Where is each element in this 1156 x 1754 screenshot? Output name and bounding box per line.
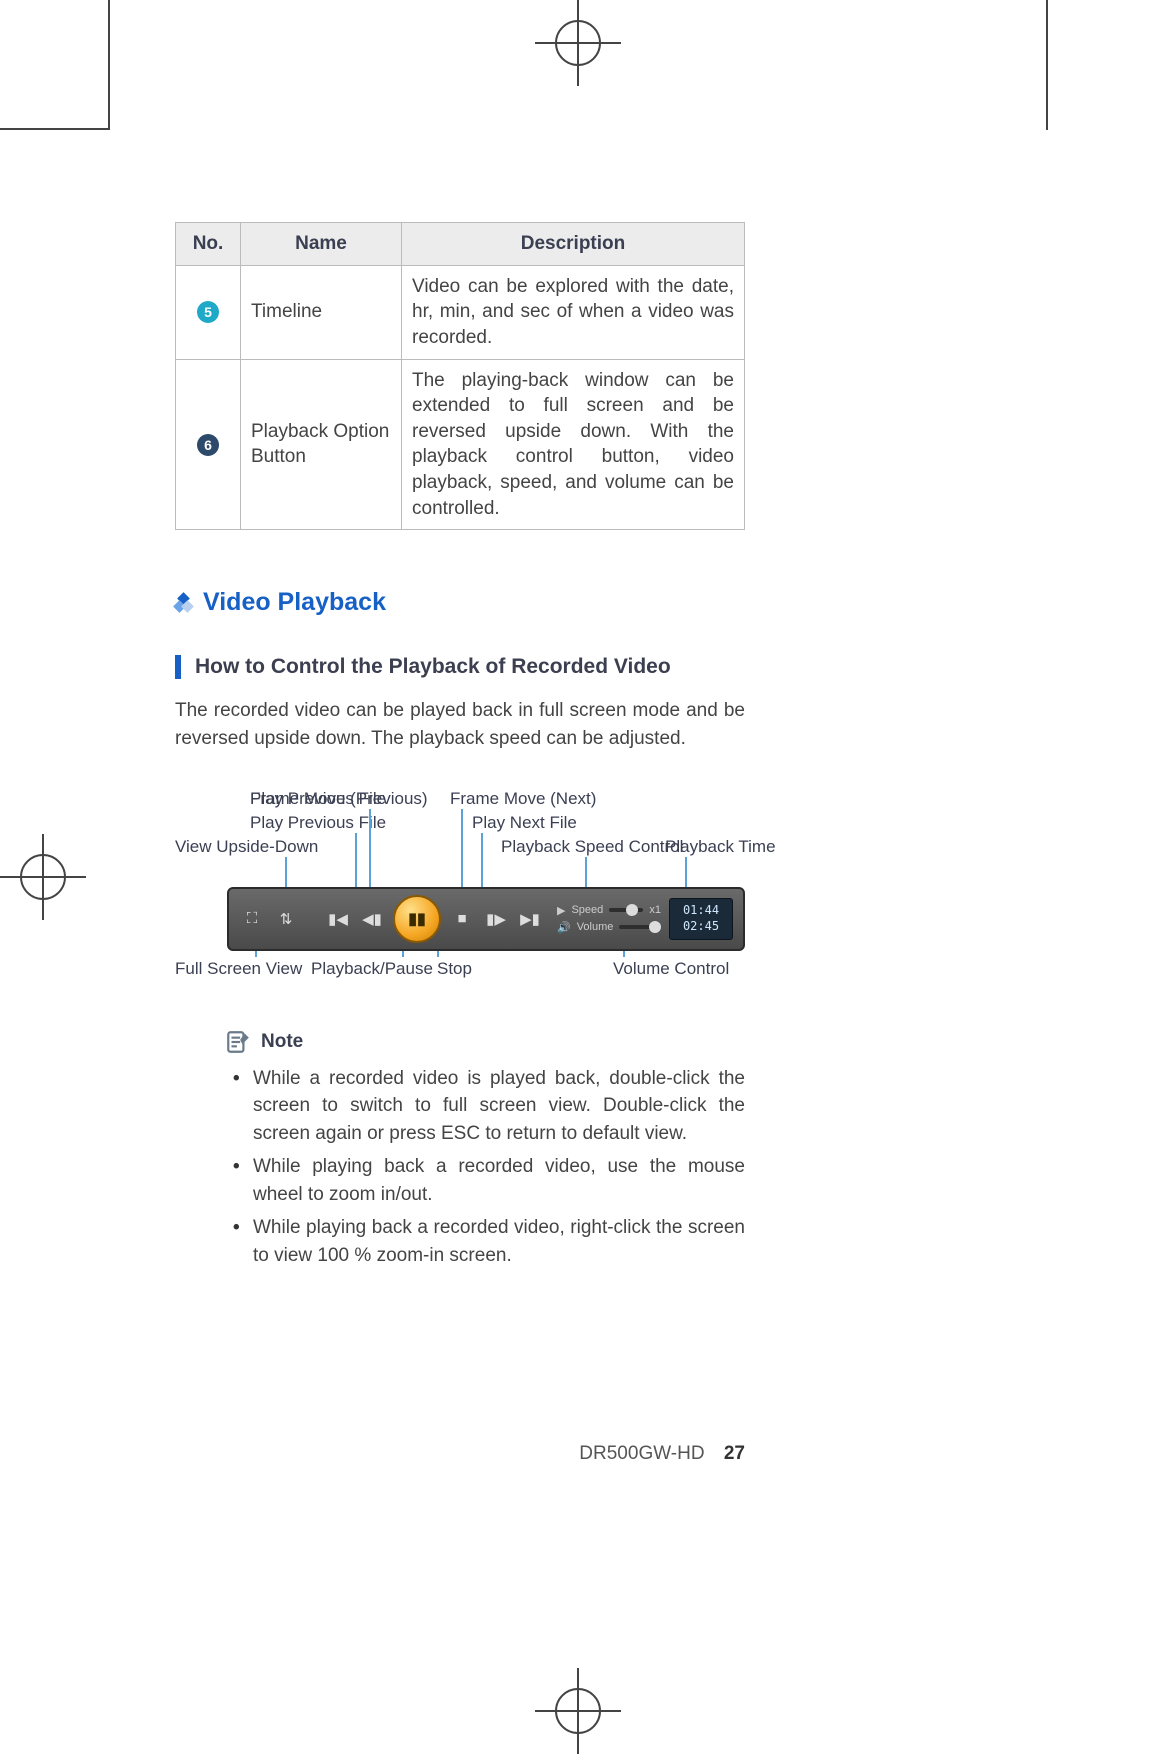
intro-paragraph: The recorded video can be played back in… [175, 697, 745, 752]
heading-bar-icon [175, 655, 181, 679]
volume-icon: 🔊 [557, 921, 571, 934]
note-title: Note [261, 1031, 303, 1053]
table-row: 5 Timeline Video can be explored with th… [176, 265, 745, 359]
label-playpause: Playback/Pause [311, 959, 433, 979]
volume-slider[interactable] [619, 925, 661, 929]
prev-file-icon[interactable]: ▮◀ [325, 906, 351, 932]
manual-page: No. Name Description 5 Timeline Video ca… [0, 0, 1156, 1754]
note-list: While a recorded video is played back, d… [225, 1065, 745, 1270]
spec-table: No. Name Description 5 Timeline Video ca… [175, 222, 745, 530]
registration-mark-left [20, 854, 66, 900]
footer-model: DR500GW-HD [579, 1443, 704, 1464]
section-heading: Video Playback [175, 588, 745, 617]
crop-mark [0, 128, 110, 130]
label-stop: Stop [437, 959, 472, 979]
crop-mark [108, 0, 110, 130]
label-speed: Playback Speed Control [501, 837, 683, 857]
crop-mark [1046, 0, 1048, 130]
label-time: Playback Time [665, 837, 776, 857]
section-title: Video Playback [203, 588, 386, 617]
speed-caption: ▶ [557, 904, 565, 917]
sub-heading: How to Control the Playback of Recorded … [175, 655, 745, 679]
label-frame-next: Frame Move (Next) [450, 789, 596, 809]
table-header-row: No. Name Description [176, 223, 745, 266]
note-icon [225, 1029, 251, 1055]
note-heading: Note [225, 1029, 745, 1055]
diamond-bullet-icon [175, 594, 193, 612]
step-back-icon[interactable]: ◀▮ [359, 906, 385, 932]
label-fullscreen: Full Screen View [175, 959, 302, 979]
registration-mark-bottom [555, 1688, 601, 1734]
time-elapsed: 01:44 [683, 903, 719, 919]
note-item: While playing back a recorded video, use… [253, 1153, 745, 1208]
label-upside-down: View Upside-Down [175, 837, 318, 857]
playback-control-bar: ⛶ ⇅ ▮◀ ◀▮ ▮▮ ■ ▮▶ ▶▮ ▶ Speed x1 [227, 887, 745, 951]
playback-time-display: 01:44 02:45 [669, 898, 733, 940]
speed-label: Speed [571, 904, 603, 916]
label-play-next: Play Next File [472, 813, 577, 833]
registration-mark-top [555, 20, 601, 66]
row-name: Timeline [241, 265, 402, 359]
step-fwd-icon[interactable]: ▮▶ [483, 906, 509, 932]
note-block: Note While a recorded video is played ba… [175, 1029, 745, 1270]
play-pause-button[interactable]: ▮▮ [393, 895, 441, 943]
flip-icon[interactable]: ⇅ [273, 906, 299, 932]
col-name: Name [241, 223, 402, 266]
col-no: No. [176, 223, 241, 266]
note-item: While a recorded video is played back, d… [253, 1065, 745, 1148]
label-volume: Volume Control [613, 959, 729, 979]
fullscreen-icon[interactable]: ⛶ [239, 906, 265, 932]
next-file-icon[interactable]: ▶▮ [517, 906, 543, 932]
row-number-badge: 6 [197, 434, 219, 456]
row-desc: Video can be explored with the date, hr,… [402, 265, 745, 359]
page-footer: DR500GW-HD 27 [579, 1443, 745, 1465]
label-play-prev: Play Previous File [250, 813, 386, 833]
playback-sliders: ▶ Speed x1 🔊 Volume [551, 904, 661, 934]
footer-page-number: 27 [724, 1443, 745, 1464]
row-name: Playback Option Button [241, 359, 402, 530]
table-row: 6 Playback Option Button The playing-bac… [176, 359, 745, 530]
playback-figure: Frame Move (Previous) Play Previous File… [175, 789, 745, 979]
section: Video Playback How to Control the Playba… [175, 588, 745, 1269]
row-desc: The playing-back window can be extended … [402, 359, 745, 530]
speed-slider[interactable] [609, 908, 643, 912]
row-number-badge: 5 [197, 301, 219, 323]
note-item: While playing back a recorded video, rig… [253, 1214, 745, 1269]
page-content: No. Name Description 5 Timeline Video ca… [175, 222, 745, 1275]
time-total: 02:45 [683, 919, 719, 935]
sub-title: How to Control the Playback of Recorded … [195, 655, 671, 679]
volume-label: Volume [577, 921, 614, 933]
label-play-prev: Play Previous File [250, 789, 386, 809]
col-desc: Description [402, 223, 745, 266]
speed-value: x1 [649, 904, 661, 916]
stop-icon[interactable]: ■ [449, 906, 475, 932]
